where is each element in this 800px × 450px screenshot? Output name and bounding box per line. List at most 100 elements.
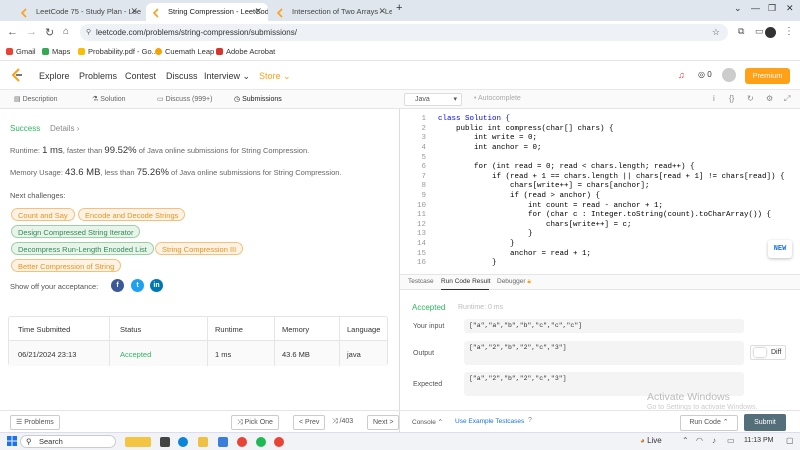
nav-explore[interactable]: Explore: [39, 71, 70, 81]
code-line: class Solution {: [438, 115, 511, 123]
user-avatar[interactable]: [722, 68, 736, 82]
challenge-better-compression[interactable]: Better Compression of String: [11, 259, 122, 272]
taskbar-search[interactable]: ⚲ Search: [20, 435, 116, 448]
edge-icon[interactable]: [178, 437, 188, 447]
bell-icon[interactable]: ♫: [678, 70, 685, 80]
battery-icon[interactable]: ▭: [727, 436, 735, 445]
close-icon[interactable]: ✕: [254, 3, 262, 20]
forward-icon[interactable]: →: [26, 26, 37, 38]
close-window-icon[interactable]: ✕: [786, 3, 794, 14]
info-icon[interactable]: i: [713, 94, 715, 103]
tab-description[interactable]: ▤ Description: [14, 95, 58, 103]
star-icon[interactable]: ☆: [712, 24, 720, 41]
bookmark-cuemath[interactable]: Cuemath Leap: [155, 47, 214, 56]
browser-tab-string-compression[interactable]: String Compression - LeetCode ✕: [146, 3, 268, 21]
next-button[interactable]: Next >: [367, 415, 400, 430]
reset-icon[interactable]: ↻: [747, 94, 754, 103]
tab-testcase[interactable]: Testcase: [408, 278, 434, 285]
browser-tab-intersection[interactable]: Intersection of Two Arrays - Lee ✕: [270, 3, 392, 21]
code-editor[interactable]: 1 2 3 4 5 6 7 8 9 10 11 12 13 14 15 16 c…: [400, 114, 800, 274]
linkedin-icon[interactable]: in: [150, 279, 163, 292]
help-icon[interactable]: ?: [528, 417, 532, 424]
chrome-icon[interactable]: [237, 437, 247, 447]
nav-discuss[interactable]: Discuss: [166, 71, 198, 81]
prev-button[interactable]: < Prev: [293, 415, 326, 430]
widgets-icon[interactable]: [125, 437, 151, 447]
column-divider: [207, 317, 208, 366]
home-icon[interactable]: ⌂: [63, 26, 69, 37]
nav-interview[interactable]: Interview ⌄: [204, 71, 250, 82]
clock[interactable]: 11:13 PM: [744, 437, 773, 444]
cuemath-icon: [155, 48, 162, 55]
windows-start-icon[interactable]: [7, 436, 17, 448]
spotify-icon[interactable]: [256, 437, 266, 447]
fullscreen-icon[interactable]: ⤢: [784, 94, 790, 104]
facebook-icon[interactable]: f: [111, 279, 124, 292]
use-example-testcases-link[interactable]: Use Example Testcases: [455, 418, 524, 425]
language-select[interactable]: Java ▾: [404, 93, 462, 106]
new-tab-button[interactable]: +: [396, 2, 402, 14]
url-field[interactable]: ⚲ leetcode.com/problems/string-compressi…: [80, 24, 728, 41]
profile-avatar[interactable]: [765, 27, 776, 38]
nav-problems[interactable]: Problems: [79, 71, 117, 81]
nav-contest[interactable]: Contest: [125, 71, 156, 81]
line-number: 1: [421, 115, 426, 123]
menu-icon[interactable]: ⋮: [784, 26, 794, 37]
bookmark-gmail[interactable]: Gmail: [6, 47, 36, 56]
chevron-up-icon[interactable]: ⌃: [682, 436, 689, 445]
leetcode-navbar: Explore Problems Contest Discuss Intervi…: [0, 61, 800, 90]
pick-one-button[interactable]: ⤨ Pick One: [231, 415, 279, 430]
chrome-icon[interactable]: [274, 437, 284, 447]
bookmark-maps[interactable]: Maps: [42, 47, 70, 56]
tab-submissions[interactable]: ◷ Submissions: [234, 95, 282, 103]
diff-toggle[interactable]: Diff: [750, 345, 786, 360]
submit-button[interactable]: Submit: [744, 414, 786, 431]
premium-button[interactable]: Premium: [745, 68, 790, 84]
notification-icon[interactable]: ▢: [786, 436, 794, 445]
table-row[interactable]: 06/21/2024 23:13 Accepted 1 ms 43.6 MB j…: [9, 341, 387, 366]
challenge-design-compressed-string-iterator[interactable]: Design Compressed String Iterator: [11, 225, 141, 238]
bookmark-acrobat[interactable]: Adobe Acrobat: [216, 47, 275, 56]
twitter-icon[interactable]: t: [131, 279, 144, 292]
maximize-icon[interactable]: ❐: [768, 3, 776, 14]
problems-list-button[interactable]: ☰ Problems: [10, 415, 60, 430]
challenge-decompress-rle-list[interactable]: Decompress Run-Length Encoded List: [11, 242, 154, 255]
challenge-count-and-say[interactable]: Count and Say: [11, 208, 75, 221]
settings-icon[interactable]: ⚙: [766, 94, 773, 103]
site-info-icon[interactable]: ⚲: [86, 24, 91, 41]
challenge-string-compression-iii[interactable]: String Compression III: [155, 242, 244, 255]
task-view-icon[interactable]: [160, 437, 170, 447]
details-link[interactable]: Details ›: [50, 124, 79, 133]
back-icon[interactable]: ←: [7, 26, 18, 38]
browser-tab-leetcode75[interactable]: LeetCode 75 - Study Plan - Lee ✕: [14, 3, 144, 21]
file-explorer-icon[interactable]: [198, 437, 208, 447]
bookmark-probability[interactable]: Probability.pdf - Go...: [78, 47, 158, 56]
nav-store[interactable]: Store ⌄: [259, 71, 291, 82]
chevron-down-icon[interactable]: ⌄: [734, 3, 742, 14]
tab-debugger[interactable]: Debugger 🔒︎: [497, 278, 531, 286]
tab-discuss[interactable]: ▭ Discuss (999+): [157, 95, 212, 103]
cell-status[interactable]: Accepted: [120, 350, 151, 359]
close-icon[interactable]: ✕: [130, 3, 138, 20]
coins-indicator[interactable]: ◎ 0: [698, 70, 712, 79]
autocomplete-toggle[interactable]: • Autocomplete: [474, 95, 521, 102]
wifi-icon[interactable]: ◠: [696, 436, 703, 445]
reload-icon[interactable]: ↻: [45, 26, 54, 39]
line-number: 16: [416, 259, 426, 267]
minimize-icon[interactable]: —: [751, 3, 760, 13]
sidebar-icon[interactable]: ▭: [755, 26, 764, 37]
tab-solution[interactable]: ⚗ Solution: [92, 95, 126, 103]
challenge-encode-decode-strings[interactable]: Encode and Decode Strings: [78, 208, 186, 221]
console-toggle[interactable]: Console ⌃: [412, 418, 443, 426]
volume-icon[interactable]: ♪: [712, 436, 716, 445]
leetcode-logo-icon[interactable]: [10, 67, 24, 85]
code-brackets-icon[interactable]: {}: [729, 94, 734, 103]
tab-run-code-result[interactable]: Run Code Result: [441, 278, 491, 285]
close-icon[interactable]: ✕: [378, 3, 386, 20]
mail-icon[interactable]: [218, 437, 228, 447]
live-indicator[interactable]: ◕ Live: [640, 436, 662, 445]
new-badge[interactable]: NEW: [768, 240, 792, 258]
extensions-icon[interactable]: ⧉: [738, 26, 744, 37]
gmail-icon: [6, 48, 13, 55]
run-code-button[interactable]: Run Code ⌃: [680, 415, 738, 431]
